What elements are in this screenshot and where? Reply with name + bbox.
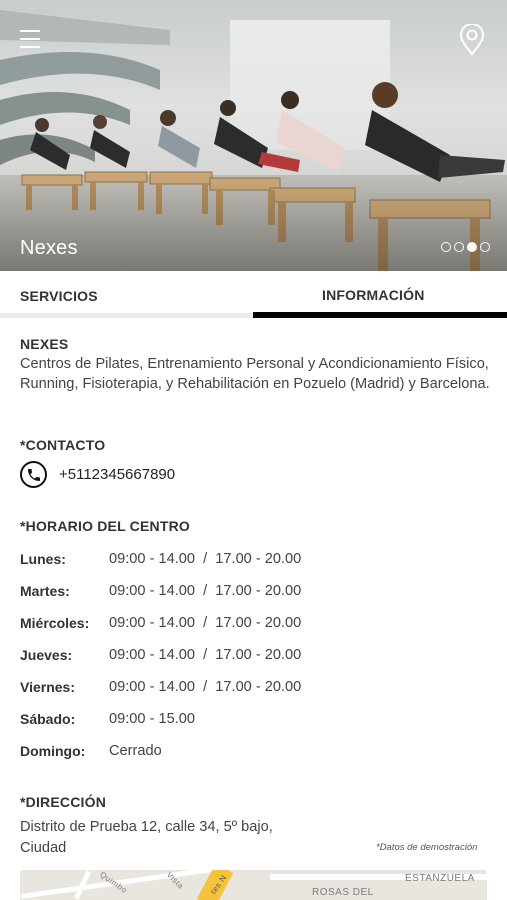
schedule-hours: 09:00 - 14.00 / 17.00 - 20.00 [109,583,302,599]
schedule-day: Jueves: [20,647,73,663]
tab-bar: SERVICIOS INFORMACIÓN [0,271,507,318]
demo-data-note: *Datos de demostración [376,842,478,853]
carousel-dots [441,242,490,252]
tab-informacion[interactable]: INFORMACIÓN [253,271,507,318]
schedule-hours: Cerrado [109,743,162,759]
map-label: ROSAS DEL [312,887,374,898]
menu-line [20,46,40,48]
schedule-hours: 09:00 - 15.00 [109,711,196,727]
carousel-dot-active[interactable] [467,242,477,252]
tab-label: SERVICIOS [20,288,98,304]
hero-title: Nexes [20,237,78,259]
phone-number: +5112345667890 [59,466,176,483]
carousel-dot[interactable] [480,242,490,252]
address-heading: *DIRECCIÓN [20,794,107,810]
center-name: NEXES [20,336,69,352]
info-section: NEXES Centros de Pilates, Entrenamiento … [20,336,507,394]
tab-label: INFORMACIÓN [322,287,425,303]
schedule-hours: 09:00 - 14.00 / 17.00 - 20.00 [109,615,302,631]
schedule-row: Martes: 09:00 - 14.00 / 17.00 - 20.00 [20,583,350,615]
schedule-row: Viernes: 09:00 - 14.00 / 17.00 - 20.00 [20,679,350,711]
schedule-day: Miércoles: [20,615,90,631]
schedule-row: Jueves: 09:00 - 14.00 / 17.00 - 20.00 [20,647,350,679]
menu-line [20,30,40,32]
menu-button[interactable] [20,30,40,50]
schedule-row: Miércoles: 09:00 - 14.00 / 17.00 - 20.00 [20,615,350,647]
contact-heading: *CONTACTO [20,437,106,453]
phone-link[interactable]: +5112345667890 [20,461,175,488]
schedule-hours: 09:00 - 14.00 / 17.00 - 20.00 [109,647,302,663]
schedule-day: Domingo: [20,743,86,759]
menu-line [20,38,40,40]
center-description: Centros de Pilates, Entrenamiento Person… [20,356,490,392]
schedule-day: Martes: [20,583,70,599]
schedule-heading: *HORARIO DEL CENTRO [20,518,190,534]
tab-servicios[interactable]: SERVICIOS [0,271,253,318]
map-label: ESTANZUELA [405,873,475,884]
tab-indicator-active [253,312,507,318]
schedule-day: Sábado: [20,711,76,727]
schedule-hours: 09:00 - 14.00 / 17.00 - 20.00 [109,551,302,567]
location-pin-button[interactable] [458,23,486,56]
carousel-dot[interactable] [441,242,451,252]
schedule-hours: 09:00 - 14.00 / 17.00 - 20.00 [109,679,302,695]
schedule-table: Lunes: 09:00 - 14.00 / 17.00 - 20.00 Mar… [20,551,350,775]
schedule-day: Lunes: [20,551,66,567]
phone-icon [20,461,47,488]
carousel-dot[interactable] [454,242,464,252]
hero-image: Nexes [0,0,507,271]
schedule-row: Sábado: 09:00 - 15.00 [20,711,350,743]
schedule-row: Lunes: 09:00 - 14.00 / 17.00 - 20.00 [20,551,350,583]
schedule-day: Viernes: [20,679,75,695]
schedule-row: Domingo: Cerrado [20,743,350,775]
location-map[interactable]: ROSAS DEL ESTANZUELA Quimbo Vista tes N [20,870,487,900]
address-text: Distrito de Prueba 12, calle 34, 5º bajo… [20,819,273,856]
location-pin-icon [459,23,485,56]
tab-indicator [0,313,253,318]
